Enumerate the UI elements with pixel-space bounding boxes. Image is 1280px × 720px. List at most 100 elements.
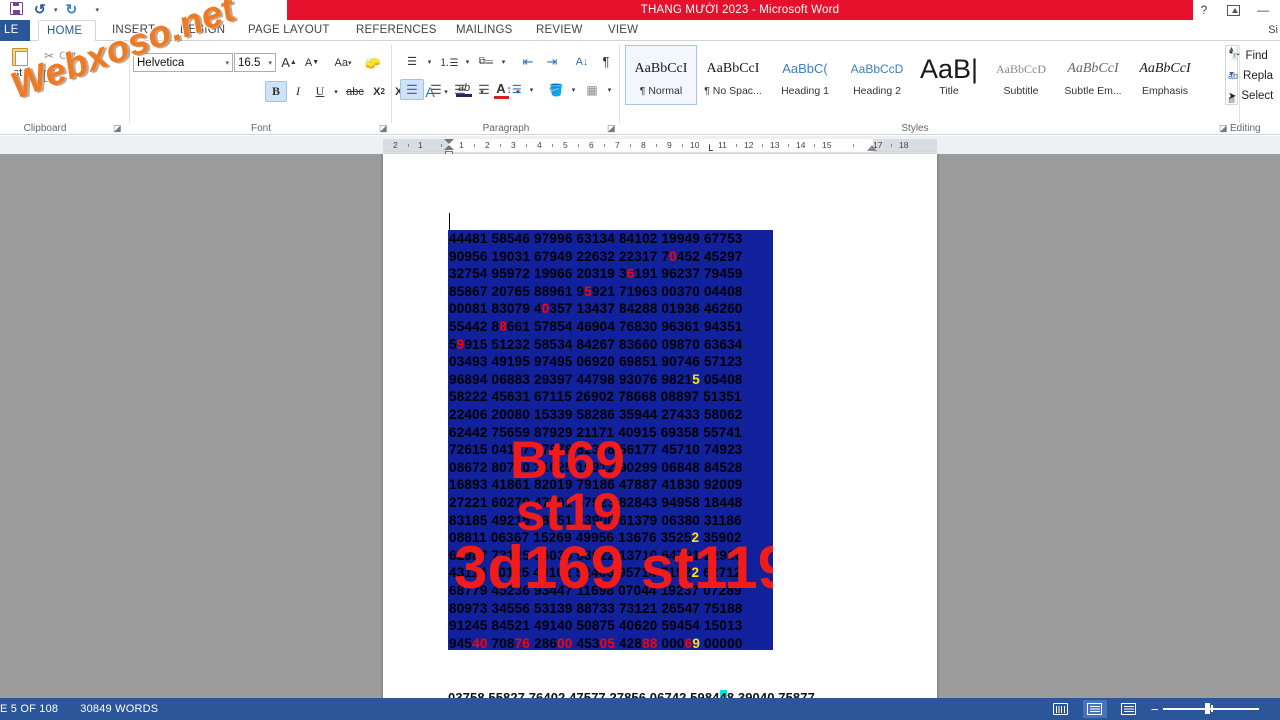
style-subtle-emphasis[interactable]: AaBbCcI Subtle Em... <box>1057 45 1129 105</box>
justify-button[interactable]: ☰ <box>472 79 496 100</box>
font-name-input[interactable]: Helvetica ▾ <box>133 53 233 72</box>
style-heading-2[interactable]: AaBbCcD Heading 2 <box>841 45 913 105</box>
word-window: THANG MƯỜI 2023 - Microsoft Word ↺ ▾ ↻ ▾… <box>0 0 1280 720</box>
tab-insert[interactable]: INSERT <box>104 20 163 41</box>
borders-button[interactable]: ▦ <box>580 79 604 100</box>
font-name-dropdown-icon[interactable]: ▾ <box>225 59 229 67</box>
multilevel-list-dropdown-icon[interactable]: ▾ <box>498 51 509 72</box>
find-button[interactable]: 🔭 Find <box>1228 47 1268 65</box>
style-title[interactable]: AaB| Title <box>913 45 985 105</box>
tab-review[interactable]: REVIEW <box>528 20 591 41</box>
style-emphasis[interactable]: AaBbCcI Emphasis <box>1129 45 1201 105</box>
clear-formatting-icon[interactable]: 🧽 <box>362 53 384 72</box>
hanging-indent-marker[interactable] <box>444 145 454 150</box>
borders-dropdown-icon[interactable]: ▾ <box>604 79 615 100</box>
decrease-indent-button[interactable]: ⇤ <box>516 51 540 72</box>
select-pointer-icon: ➤ <box>1228 90 1237 102</box>
sign-in-label[interactable]: Si <box>1268 24 1278 36</box>
tab-page-layout[interactable]: PAGE LAYOUT <box>240 20 338 41</box>
undo-icon[interactable]: ↺ <box>34 2 50 18</box>
numbering-button[interactable]: ⒈☰ <box>436 51 462 72</box>
redo-icon[interactable]: ↻ <box>66 2 82 18</box>
lottery-number-grid-image[interactable]: 44481 58546 97996 63134 84102 19949 6775… <box>448 230 773 650</box>
page-indicator[interactable]: E 5 OF 108 <box>0 703 58 715</box>
replace-button[interactable]: ab Repla <box>1228 67 1273 85</box>
copy-button[interactable] <box>44 67 60 85</box>
word-count[interactable]: 30849 WORDS <box>80 703 158 715</box>
style-normal[interactable]: AaBbCcI ¶ Normal <box>625 45 697 105</box>
select-button[interactable]: ➤ Select <box>1228 87 1273 105</box>
italic-button[interactable]: I <box>288 81 308 102</box>
change-case-button[interactable]: Aa ▾ <box>328 53 358 72</box>
undo-dropdown-icon[interactable]: ▾ <box>54 6 58 14</box>
save-icon[interactable] <box>10 2 26 18</box>
numbering-dropdown-icon[interactable]: ▾ <box>462 51 473 72</box>
line-spacing-dropdown-icon[interactable]: ▾ <box>526 79 537 100</box>
web-layout-button[interactable] <box>1117 700 1141 718</box>
ruler-tick <box>552 144 553 147</box>
help-icon[interactable]: ? <box>1197 3 1211 17</box>
shrink-font-button[interactable]: A ▼ <box>302 53 322 72</box>
font-size-input[interactable]: 16.5 ▾ <box>234 53 276 72</box>
multilevel-list-button[interactable]: ⧉☰ <box>474 51 498 72</box>
horizontal-ruler[interactable]: 2 1 1 2 3 4 5 6 7 8 9 10 11 12 13 14 15 17 18 <box>383 139 937 157</box>
grow-font-button[interactable]: A ▲ <box>279 53 299 72</box>
underline-button[interactable]: U <box>310 81 330 102</box>
ruler-tick <box>578 144 579 147</box>
group-paragraph: ☰ ▾ ⒈☰ ▾ ⧉☰ ▾ ⇤ ⇥ A↓ ¶ ☰ ☰ ☰ ☰ ↕☰ ▾ 🪣 ▾ … <box>392 41 620 135</box>
style-subtitle[interactable]: AaBbCcD Subtitle <box>985 45 1057 105</box>
customize-quick-access-icon[interactable]: ▾ <box>96 6 100 14</box>
print-layout-button[interactable] <box>1082 700 1107 718</box>
ruler-tick <box>474 144 475 147</box>
zoom-slider[interactable]: − + <box>1151 703 1272 716</box>
tab-references[interactable]: REFERENCES <box>348 20 445 41</box>
shading-dropdown-icon[interactable]: ▾ <box>568 79 579 100</box>
bullets-dropdown-icon[interactable]: ▾ <box>424 51 435 72</box>
align-center-button[interactable]: ☰ <box>424 79 448 100</box>
tab-mailings[interactable]: MAILINGS <box>448 20 521 41</box>
tab-stop-marker[interactable] <box>709 145 713 151</box>
zoom-thumb[interactable] <box>1205 703 1211 715</box>
tab-home[interactable]: HOME <box>38 20 96 42</box>
strikethrough-button[interactable]: abc <box>342 81 368 102</box>
ruler-number: 1 <box>459 140 464 150</box>
line-spacing-button[interactable]: ↕☰ <box>502 79 526 100</box>
group-label-paragraph: Paragraph <box>482 123 530 134</box>
align-right-button[interactable]: ☰ <box>448 79 472 100</box>
zoom-out-button[interactable]: − <box>1151 703 1159 716</box>
bullets-button[interactable]: ☰ <box>400 51 424 72</box>
ruler-number: 15 <box>822 140 832 150</box>
ruler-bar: 2 1 1 2 3 4 5 6 7 8 9 10 11 12 13 14 15 17 18 <box>0 136 1280 157</box>
tab-design[interactable]: DESIGN <box>172 20 233 41</box>
font-size-value: 16.5 <box>238 56 261 69</box>
ribbon-display-options-icon[interactable] <box>1227 4 1240 16</box>
font-size-dropdown-icon[interactable]: ▾ <box>268 59 272 67</box>
tab-view[interactable]: VIEW <box>600 20 646 41</box>
first-line-indent-marker[interactable] <box>444 139 454 144</box>
show-formatting-marks-button[interactable]: ¶ <box>596 51 616 72</box>
bold-button[interactable]: B <box>265 81 287 102</box>
shading-button[interactable]: 🪣 <box>544 79 568 100</box>
sort-button[interactable]: A↓ <box>570 51 594 72</box>
zoom-track[interactable] <box>1163 703 1260 715</box>
ruler-number: 13 <box>770 140 780 150</box>
paste-button[interactable]: ste <box>4 45 38 99</box>
cut-button[interactable]: ✂ Cut <box>44 47 76 65</box>
align-left-button[interactable]: ☰ <box>400 79 424 100</box>
read-mode-button[interactable] <box>1049 700 1073 718</box>
title-bar: THANG MƯỜI 2023 - Microsoft Word ↺ ▾ ↻ ▾… <box>0 0 1280 20</box>
tab-file[interactable]: LE <box>0 20 30 41</box>
clipboard-dialog-launcher[interactable]: ◪ <box>113 124 122 133</box>
paragraph-dialog-launcher[interactable]: ◪ <box>607 124 616 133</box>
underline-dropdown-icon[interactable]: ▾ <box>330 81 342 102</box>
style-heading-1[interactable]: AaBbC( Heading 1 <box>769 45 841 105</box>
style-label: Emphasis <box>1141 85 1189 97</box>
increase-indent-button[interactable]: ⇥ <box>540 51 564 72</box>
document-page[interactable]: 44481 58546 97996 63134 84102 19949 6775… <box>383 154 937 705</box>
right-indent-marker[interactable] <box>867 145 877 151</box>
ruler-number: 8 <box>641 140 646 150</box>
subscript-button[interactable]: X2 <box>368 81 390 102</box>
minimize-icon[interactable]: — <box>1256 3 1270 17</box>
style-no-spacing[interactable]: AaBbCcI ¶ No Spac... <box>697 45 769 105</box>
font-dialog-launcher[interactable]: ◪ <box>379 124 388 133</box>
